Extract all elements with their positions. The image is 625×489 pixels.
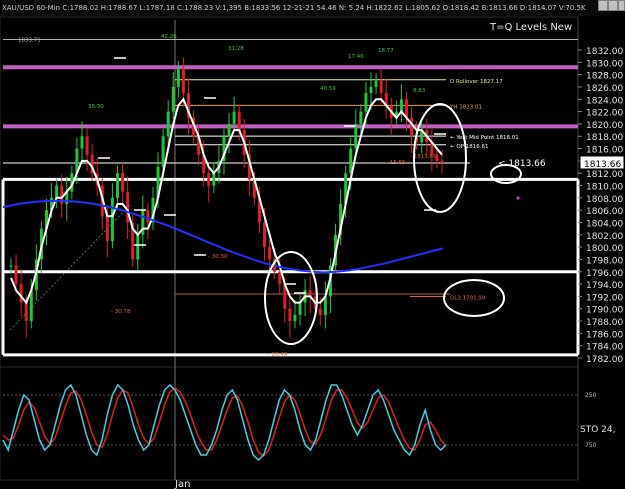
candle-body — [263, 222, 267, 248]
candle-body — [440, 160, 444, 163]
y-tick-label: 1818.00 — [586, 133, 623, 143]
y-tick-label: 1782.00 — [586, 355, 623, 365]
candle-body — [146, 210, 150, 223]
y-tick-label: 1804.00 — [586, 219, 623, 229]
y-tick-label: 1786.00 — [586, 330, 623, 340]
candle-body — [207, 173, 211, 186]
osc-tick-label: 750 — [585, 442, 597, 449]
candle-body — [369, 86, 373, 94]
annotation-label: 18.77 — [378, 48, 394, 54]
y-tick-label: 1784.00 — [586, 343, 623, 353]
y-tick-label: 1820.00 — [586, 121, 623, 131]
annotation-label: 42.26 — [161, 34, 177, 40]
y-tick-label: 1806.00 — [586, 207, 623, 217]
y-tick-label: 1798.00 — [586, 256, 623, 266]
annotation-label: 40.59 — [320, 86, 336, 92]
level-label: YH 1823.01 — [449, 104, 482, 110]
y-tick-label: 1802.00 — [586, 232, 623, 242]
candle-body — [19, 284, 23, 303]
candle-body — [227, 123, 231, 137]
annotation-label: - 30.30 — [208, 254, 228, 260]
y-tick-label: 1826.00 — [586, 84, 623, 94]
y-tick-label: 1796.00 — [586, 269, 623, 279]
candle-body — [232, 111, 236, 124]
candle-body — [115, 173, 119, 198]
candle-body — [9, 265, 13, 267]
y-tick-label: 1792.00 — [586, 293, 623, 303]
last-price-label: 1813.66 — [584, 160, 621, 170]
level-label: D Rollover 1827.17 — [450, 79, 503, 85]
candle-body — [14, 265, 18, 285]
candle-body — [24, 302, 28, 322]
level-label: < 1813.66 — [498, 159, 546, 169]
candle-body — [110, 197, 114, 241]
candle-body — [364, 93, 368, 112]
annotation-label: - 15.65 — [386, 160, 406, 166]
candle-body — [354, 123, 358, 149]
candle-body — [126, 191, 130, 223]
price-chart: 1833.71 D Rollover 1827.17 YH 1823.01 ← Yes… — [0, 16, 625, 489]
annotation-label: 35.30 — [88, 104, 104, 110]
level-label: QL3 1791.99 — [450, 295, 486, 301]
annotation-label: 17.46 — [348, 54, 364, 60]
candle-body — [80, 136, 84, 149]
annotation-label: - 20.49 — [268, 352, 288, 358]
annotation-label: 31.28 — [228, 46, 244, 52]
candle-body — [85, 136, 89, 155]
level-label: 1833.71 — [18, 38, 41, 44]
y-tick-label: 1824.00 — [586, 96, 623, 106]
y-tick-label: 1810.00 — [586, 183, 623, 193]
y-tick-label: 1808.00 — [586, 195, 623, 205]
oscillator-pane — [0, 366, 579, 481]
y-tick-label: 1794.00 — [586, 281, 623, 291]
candle-body — [293, 314, 297, 322]
y-tick-label: 1832.00 — [586, 47, 623, 57]
y-tick-label: 1800.00 — [586, 244, 623, 254]
chart-window: XAU/USD 60-Min C:1788.02 H:1788.67 L:178… — [0, 0, 625, 489]
y-tick-label: 1790.00 — [586, 306, 623, 316]
y-tick-label: 1828.00 — [586, 72, 623, 82]
oscillator-label: STO 24, — [580, 425, 615, 435]
candle-body — [121, 173, 125, 192]
marker-dot — [516, 196, 520, 200]
candle-body — [288, 308, 292, 322]
level-label: ← OP 1816.61 — [450, 144, 489, 150]
candle-body — [237, 111, 241, 131]
candle-body — [374, 80, 378, 87]
y-tick-label: 1822.00 — [586, 109, 623, 119]
annotation-label: - 30.78 — [111, 309, 131, 315]
chart-title: T=Q Levels New — [489, 22, 572, 33]
candle-body — [136, 234, 140, 260]
candle-body — [105, 216, 109, 241]
candle-body — [212, 173, 216, 186]
candle-body — [181, 68, 185, 94]
y-tick-label: 1812.00 — [586, 170, 623, 180]
level-label: ← Yest Mid Point 1818.01 — [450, 135, 519, 141]
candle-body — [379, 80, 383, 94]
candle-body — [161, 136, 165, 168]
candle-body — [166, 111, 170, 137]
candle-body — [298, 302, 302, 315]
osc-tick-label: 250 — [585, 392, 597, 399]
y-tick-label: 1788.00 — [586, 318, 623, 328]
candle-body — [176, 68, 180, 87]
candle-body — [359, 111, 363, 124]
annotation-label: 8.83 — [413, 88, 426, 94]
candle-body — [399, 99, 403, 112]
candle-body — [410, 117, 414, 137]
y-tick-label: 1816.00 — [586, 146, 623, 156]
candle-body — [55, 185, 59, 198]
y-tick-label: 1830.00 — [586, 59, 623, 69]
candle-body — [318, 308, 322, 315]
candle-body — [268, 247, 272, 260]
candle-body — [278, 271, 282, 285]
candle-body — [171, 86, 175, 112]
x-tick-label: Jan — [174, 479, 190, 489]
